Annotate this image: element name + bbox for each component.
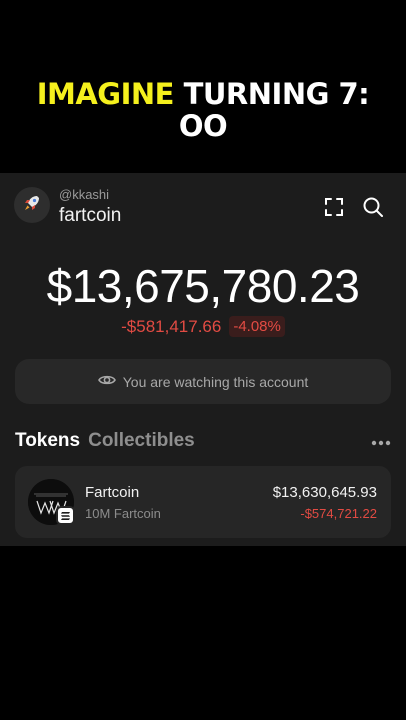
rocket-icon (22, 193, 42, 218)
token-value: $13,630,645.93 (272, 484, 377, 501)
wallet-screen: @kkashi fartcoin $13,675,780.23 -$581,41… (0, 173, 406, 546)
search-icon[interactable] (361, 195, 385, 219)
solana-icon (56, 506, 75, 525)
tab-tokens[interactable]: Tokens (15, 430, 80, 452)
asset-tabs: Tokens Collectibles (15, 430, 195, 452)
portfolio-change: -$581,417.66 -4.08% (0, 316, 406, 337)
token-name: Fartcoin (85, 484, 140, 501)
token-amount: 10M Fartcoin (85, 506, 161, 521)
more-options-icon[interactable] (370, 435, 392, 446)
caption-rest: TURNING 7: (174, 77, 370, 111)
tab-collectibles[interactable]: Collectibles (88, 430, 195, 452)
watch-banner: You are watching this account (15, 359, 391, 404)
avatar[interactable] (14, 187, 50, 223)
caption-highlight: IMAGINE (36, 77, 175, 111)
portfolio-balance: $13,675,780.23 (46, 260, 360, 312)
account-handle: @kkashi (59, 187, 110, 202)
watch-banner-text: You are watching this account (122, 373, 309, 390)
change-amount: -$581,417.66 (121, 316, 222, 336)
caption-line-2: OO (178, 109, 228, 143)
scan-icon[interactable] (322, 195, 346, 219)
eye-icon (97, 373, 116, 390)
token-row-fartcoin[interactable]: Fartcoin 10M Fartcoin $13,630,645.93 -$5… (15, 466, 391, 538)
account-name[interactable]: fartcoin (59, 205, 121, 227)
token-change: -$574,721.22 (300, 506, 377, 521)
change-percent-badge: -4.08% (229, 316, 285, 337)
caption-line-1: IMAGINE TURNING 7: (0, 78, 406, 110)
video-caption: IMAGINE TURNING 7: OO (0, 78, 406, 142)
